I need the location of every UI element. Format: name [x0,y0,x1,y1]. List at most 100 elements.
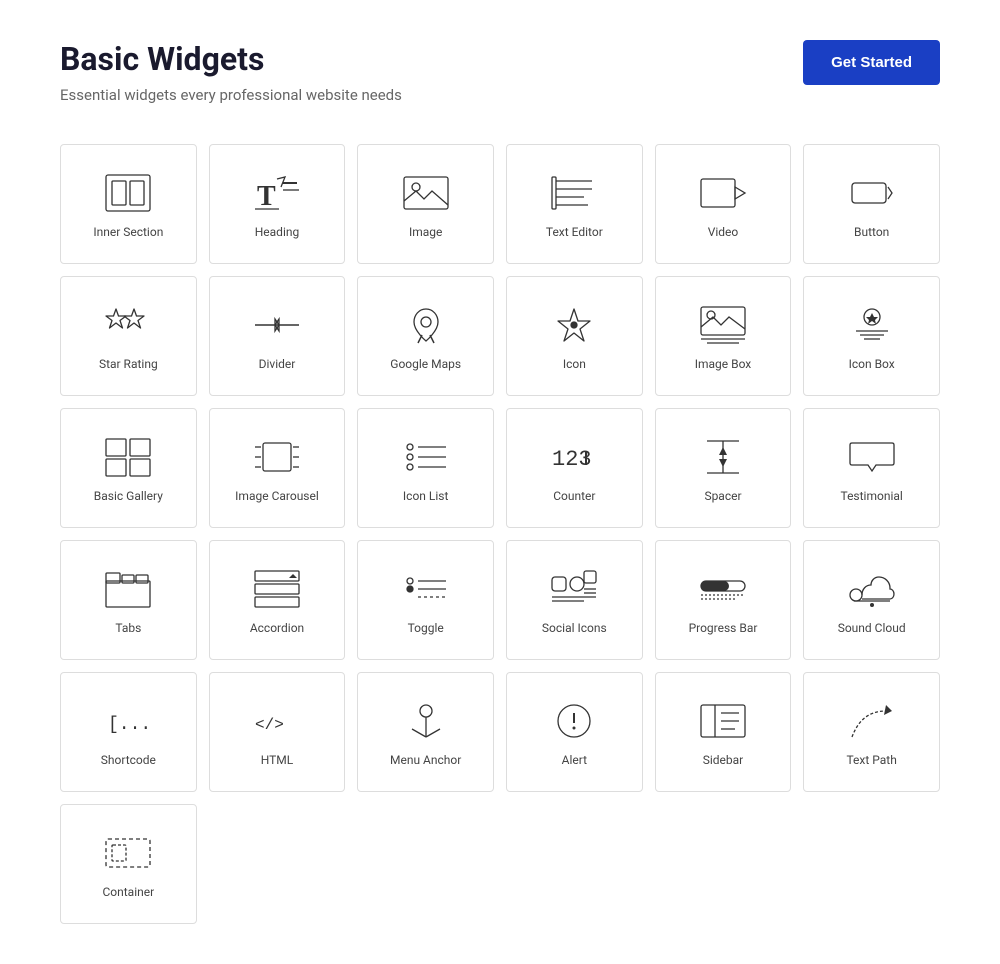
widget-card-social-icons[interactable]: Social Icons [506,540,643,660]
icon-icon [550,305,598,345]
icon-label: Icon [563,357,586,373]
social-icons-icon [550,569,598,609]
sidebar-icon [699,701,747,741]
tabs-label: Tabs [115,621,141,637]
svg-text:</>: </> [255,716,284,734]
widget-card-icon[interactable]: Icon [506,276,643,396]
accordion-icon [253,569,301,609]
image-icon [402,173,450,213]
widget-card-google-maps[interactable]: Google Maps [357,276,494,396]
basic-gallery-label: Basic Gallery [94,489,163,505]
widget-card-image-box[interactable]: Image Box [655,276,792,396]
svg-text:[...]: [...] [108,715,152,735]
toggle-icon [402,569,450,609]
button-label: Button [854,225,889,241]
widget-card-basic-gallery[interactable]: Basic Gallery [60,408,197,528]
icon-list-icon [402,437,450,477]
basic-gallery-icon [104,437,152,477]
menu-anchor-label: Menu Anchor [390,753,461,769]
testimonial-label: Testimonial [840,489,902,505]
svg-text:T: T [257,181,276,212]
widget-card-shortcode[interactable]: [...] Shortcode [60,672,197,792]
widget-card-container[interactable]: Container [60,804,197,924]
widget-card-text-path[interactable]: Text Path [803,672,940,792]
text-path-label: Text Path [846,753,896,769]
google-maps-label: Google Maps [390,357,461,373]
inner-section-icon [104,173,152,213]
page-title: Basic Widgets [60,40,402,78]
widget-card-heading[interactable]: T Heading [209,144,346,264]
container-icon [104,833,152,873]
widget-card-button[interactable]: Button [803,144,940,264]
widget-card-inner-section[interactable]: Inner Section [60,144,197,264]
widget-card-counter[interactable]: 123 Counter [506,408,643,528]
html-label: HTML [261,753,294,769]
widget-card-sound-cloud[interactable]: Sound Cloud [803,540,940,660]
get-started-button[interactable]: Get Started [803,40,940,85]
spacer-label: Spacer [704,489,741,505]
widget-card-toggle[interactable]: Toggle [357,540,494,660]
widget-card-text-editor[interactable]: Text Editor [506,144,643,264]
divider-label: Divider [259,357,296,373]
sound-cloud-label: Sound Cloud [838,621,906,637]
icon-box-label: Icon Box [849,357,895,373]
widget-card-menu-anchor[interactable]: Menu Anchor [357,672,494,792]
icon-box-icon [848,305,896,345]
icon-list-label: Icon List [403,489,449,505]
star-rating-label: Star Rating [99,357,158,373]
image-carousel-label: Image Carousel [235,489,319,505]
image-label: Image [409,225,442,241]
sound-cloud-icon [848,569,896,609]
widget-card-star-rating[interactable]: Star Rating [60,276,197,396]
widget-card-icon-box[interactable]: Icon Box [803,276,940,396]
text-editor-label: Text Editor [546,225,603,241]
container-label: Container [102,885,154,901]
menu-anchor-icon [402,701,450,741]
inner-section-label: Inner Section [93,225,163,241]
widget-card-tabs[interactable]: Tabs [60,540,197,660]
progress-bar-label: Progress Bar [689,621,758,637]
progress-bar-icon [699,569,747,609]
widget-card-image[interactable]: Image [357,144,494,264]
image-carousel-icon [253,437,301,477]
widget-card-testimonial[interactable]: Testimonial [803,408,940,528]
image-box-icon [699,305,747,345]
toggle-label: Toggle [408,621,444,637]
spacer-icon [699,437,747,477]
header-text: Basic Widgets Essential widgets every pr… [60,40,402,104]
divider-icon [253,305,301,345]
alert-icon [550,701,598,741]
page-header: Basic Widgets Essential widgets every pr… [60,40,940,104]
sidebar-label: Sidebar [703,753,744,769]
text-path-icon [848,701,896,741]
button-icon [848,173,896,213]
google-maps-icon [402,305,450,345]
widget-card-divider[interactable]: Divider [209,276,346,396]
text-editor-icon [550,173,598,213]
widget-card-progress-bar[interactable]: Progress Bar [655,540,792,660]
video-icon [699,173,747,213]
counter-label: Counter [553,489,595,505]
widget-card-sidebar[interactable]: Sidebar [655,672,792,792]
html-icon: </> [253,701,301,741]
counter-icon: 123 [550,437,598,477]
image-box-label: Image Box [695,357,752,373]
widget-card-html[interactable]: </> HTML [209,672,346,792]
widget-card-alert[interactable]: Alert [506,672,643,792]
widget-card-icon-list[interactable]: Icon List [357,408,494,528]
page-subtitle: Essential widgets every professional web… [60,86,402,104]
video-label: Video [708,225,739,241]
shortcode-icon: [...] [104,701,152,741]
shortcode-label: Shortcode [101,753,156,769]
alert-label: Alert [562,753,587,769]
heading-label: Heading [255,225,300,241]
testimonial-icon [848,437,896,477]
widgets-grid: Inner Section T Heading Image Text Editor Vid… [60,144,940,924]
widget-card-video[interactable]: Video [655,144,792,264]
widget-card-accordion[interactable]: Accordion [209,540,346,660]
tabs-icon [104,569,152,609]
widget-card-image-carousel[interactable]: Image Carousel [209,408,346,528]
widget-card-spacer[interactable]: Spacer [655,408,792,528]
star-rating-icon [104,305,152,345]
accordion-label: Accordion [250,621,304,637]
